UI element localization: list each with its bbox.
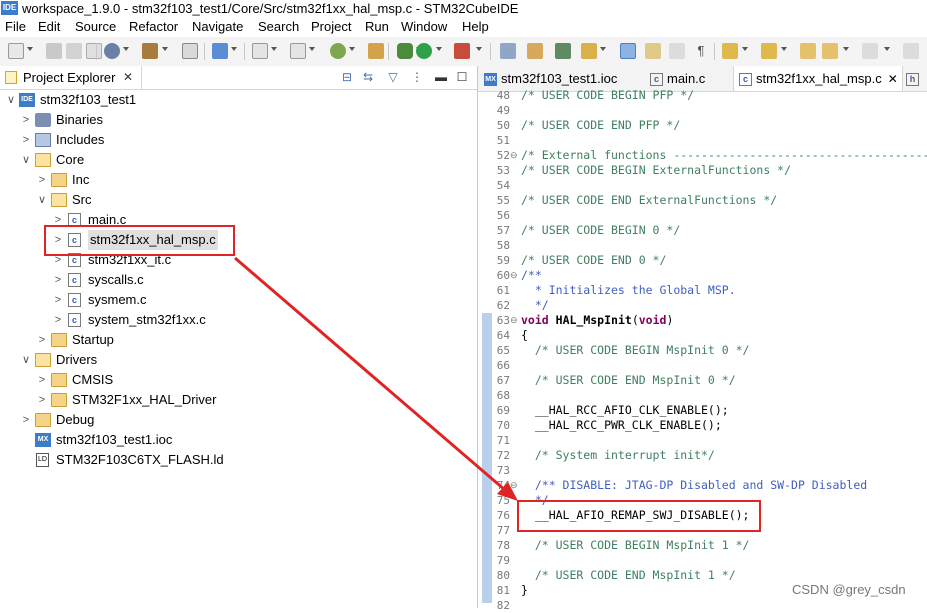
annotation-arrow: [234, 256, 518, 501]
watermark: CSDN @grey_csdn: [792, 582, 906, 597]
annotation-arrow-line: [234, 256, 513, 498]
